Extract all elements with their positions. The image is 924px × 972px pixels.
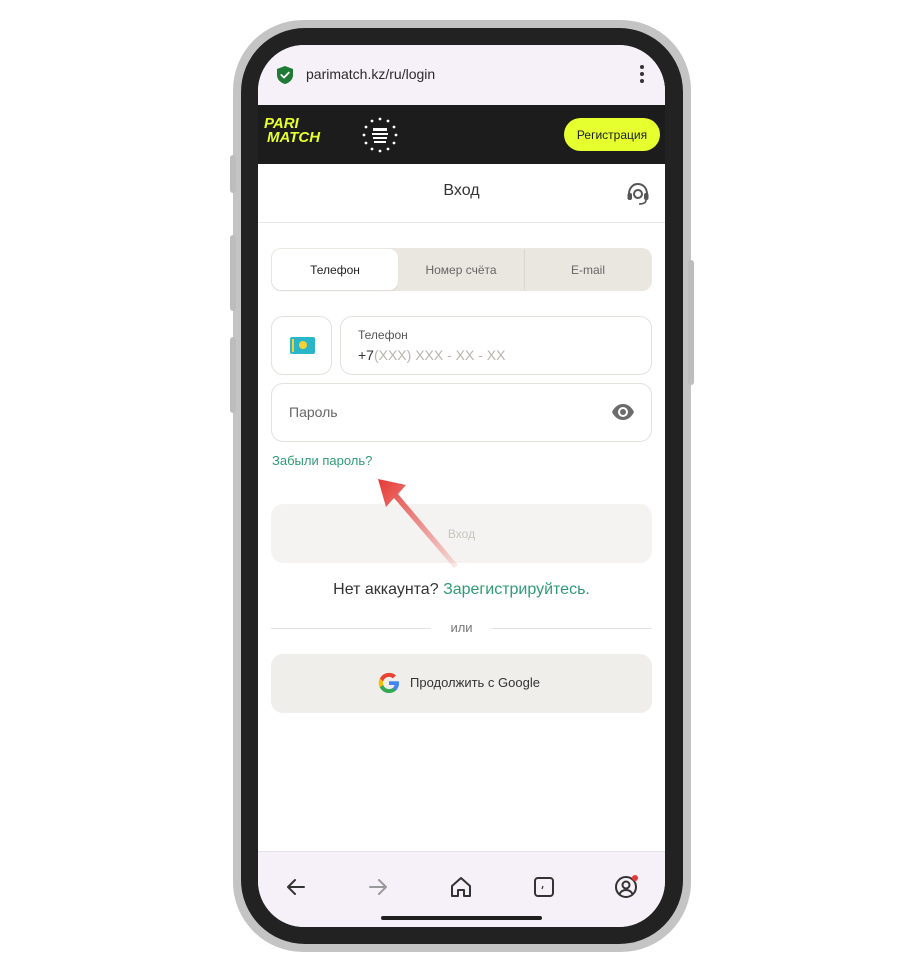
phone-field[interactable]: Телефон +7(XXX) XXX - XX - XX (340, 316, 652, 375)
phone-screen: parimatch.kz/ru/login PARI MATCH Регистр… (258, 45, 665, 927)
award-badge-icon (361, 116, 399, 154)
account-icon[interactable] (613, 874, 639, 900)
divider-line (491, 628, 652, 629)
browser-url-bar[interactable]: parimatch.kz/ru/login (258, 45, 665, 105)
back-arrow-icon[interactable] (283, 874, 309, 900)
forgot-password-link[interactable]: Забыли пароль? (272, 453, 372, 468)
password-field[interactable]: Пароль (271, 383, 652, 442)
home-indicator[interactable] (381, 916, 542, 920)
page-title: Вход (443, 182, 480, 199)
eye-icon[interactable] (611, 403, 635, 421)
google-icon (378, 672, 399, 693)
kebab-menu-icon[interactable] (639, 65, 645, 85)
phone-prefix: +7 (358, 347, 374, 363)
annotation-arrow-icon (378, 479, 458, 568)
kazakhstan-flag-icon (290, 337, 315, 354)
password-placeholder: Пароль (289, 404, 338, 420)
register-link[interactable]: Зарегистрируйтесь. (443, 581, 590, 598)
side-button (230, 337, 236, 413)
home-icon[interactable] (448, 874, 474, 900)
url-text[interactable]: parimatch.kz/ru/login (306, 66, 435, 82)
forward-arrow-icon[interactable] (365, 874, 391, 900)
phone-placeholder: (XXX) XXX - XX - XX (373, 347, 506, 363)
site-header: PARI MATCH Регистрация (258, 105, 665, 164)
side-button (230, 235, 236, 311)
phone-field-label: Телефон (358, 328, 408, 342)
logo-line: MATCH (267, 129, 321, 146)
support-headset-icon[interactable] (625, 180, 651, 206)
no-account-text: Нет аккаунта? (333, 581, 439, 598)
country-selector[interactable] (271, 316, 332, 375)
no-account-prompt: Нет аккаунта? Зарегистрируйтесь. (258, 581, 665, 599)
google-signin-button[interactable]: Продолжить с Google (271, 654, 652, 713)
phone-input[interactable]: +7(XXX) XXX - XX - XX (358, 347, 505, 363)
tab-account-number[interactable]: Номер счёта (398, 249, 525, 290)
google-button-label: Продолжить с Google (410, 675, 540, 690)
side-button (230, 155, 236, 193)
tab-email[interactable]: E-mail (525, 249, 651, 290)
side-button (688, 260, 694, 385)
shield-check-icon[interactable] (277, 66, 293, 84)
tab-phone[interactable]: Телефон (272, 249, 398, 290)
parimatch-logo[interactable]: PARI MATCH (264, 116, 350, 151)
login-title-bar: Вход (258, 164, 665, 223)
login-method-tabs: Телефон Номер счёта E-mail (271, 248, 652, 291)
register-button[interactable]: Регистрация (564, 118, 660, 151)
tabs-icon[interactable] (531, 874, 557, 900)
